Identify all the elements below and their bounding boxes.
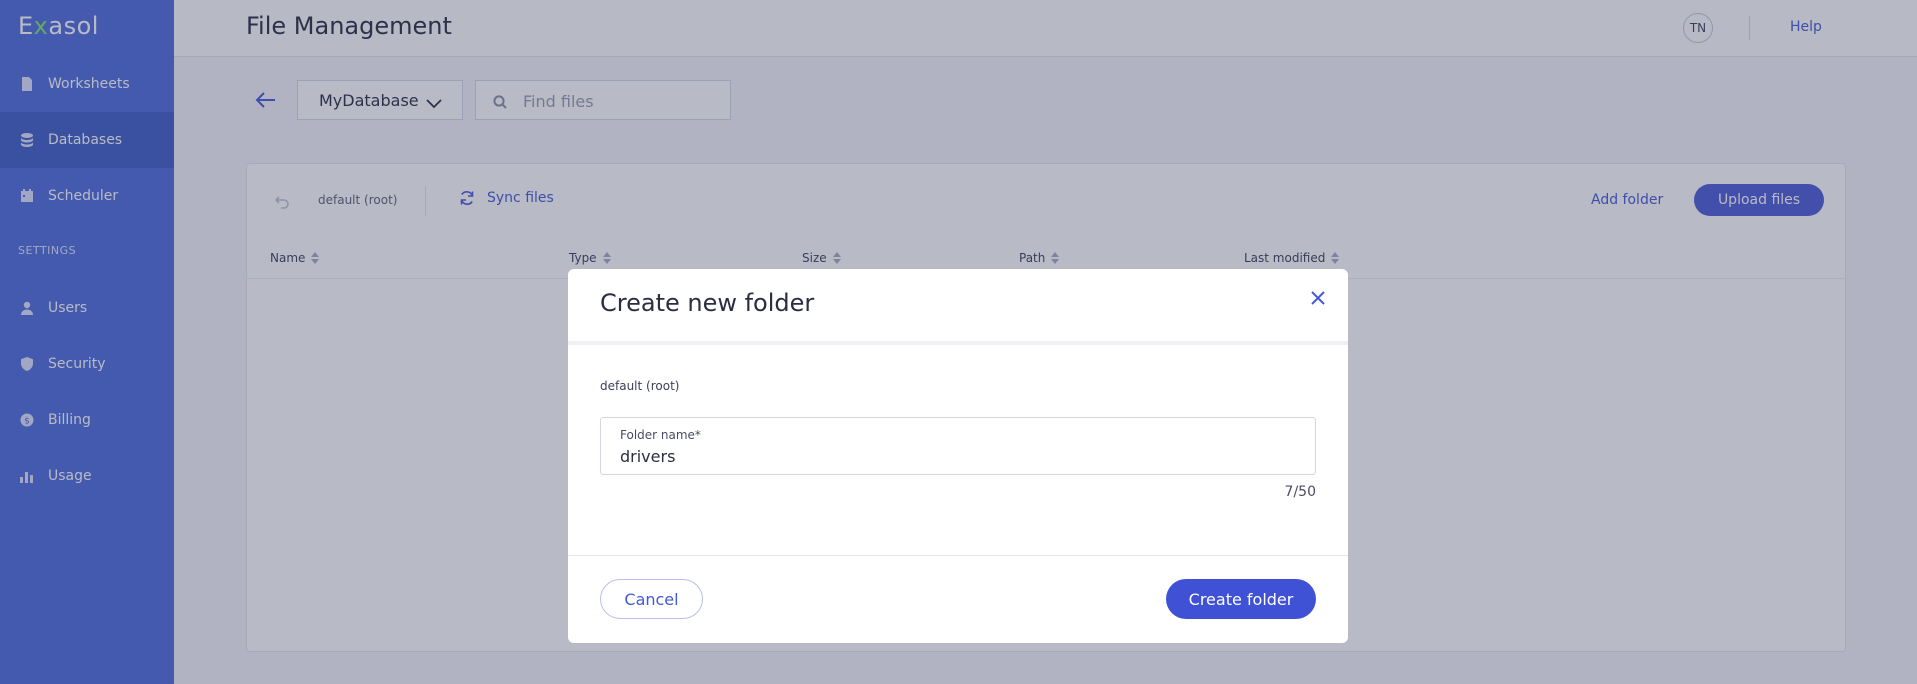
- folder-name-input[interactable]: [620, 445, 1280, 467]
- dialog-footer-divider: [568, 555, 1348, 556]
- close-button[interactable]: [1309, 289, 1327, 307]
- folder-name-field: Folder name*: [600, 417, 1316, 475]
- folder-name-label: Folder name*: [620, 428, 701, 442]
- cancel-button[interactable]: Cancel: [600, 579, 703, 619]
- dialog-header-divider: [568, 341, 1348, 345]
- dialog-title: Create new folder: [600, 289, 815, 317]
- character-counter: 7/50: [1284, 484, 1316, 500]
- create-folder-dialog: Create new folder default (root) Folder …: [568, 269, 1348, 643]
- close-icon: [1311, 291, 1325, 305]
- folder-path: default (root): [600, 379, 680, 393]
- create-folder-button[interactable]: Create folder: [1166, 579, 1316, 619]
